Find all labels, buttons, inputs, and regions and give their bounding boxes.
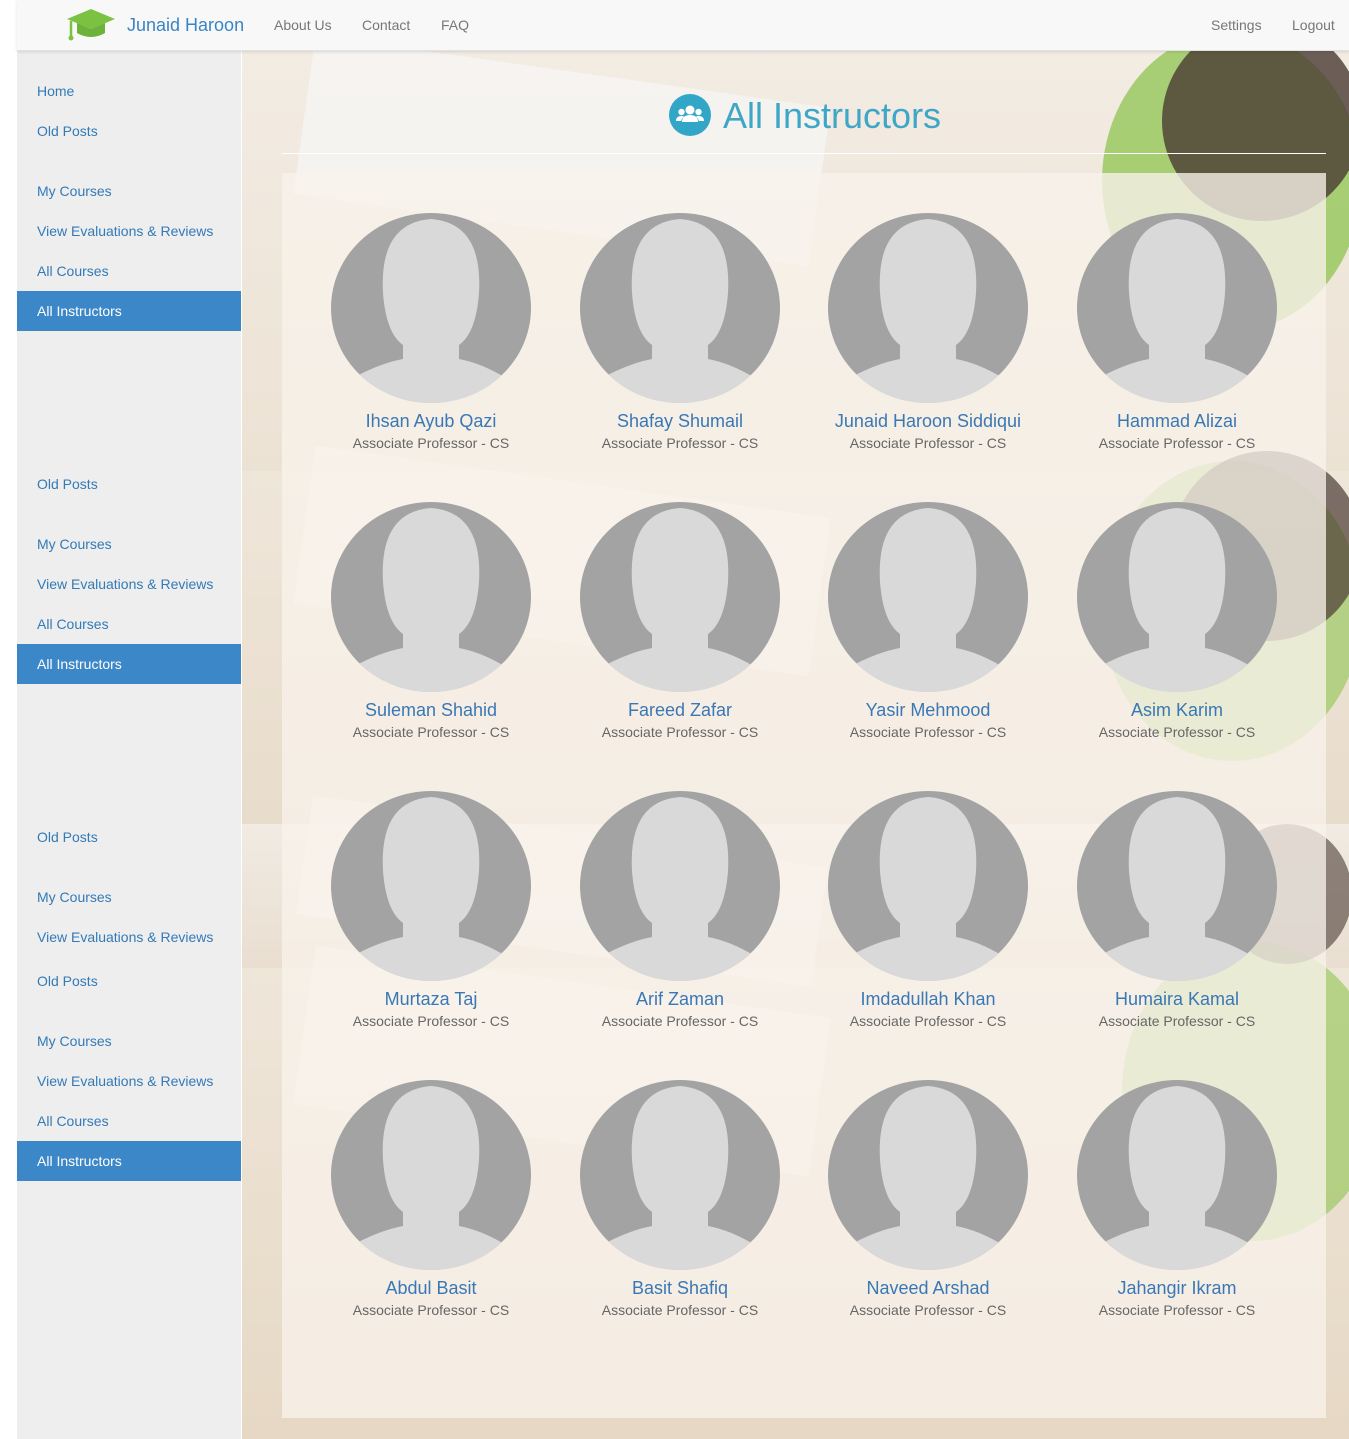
instructor-title: Associate Professor - CS [1098,1302,1256,1318]
instructor-card[interactable]: Suleman Shahid Associate Professor - CS [311,502,551,752]
avatar[interactable] [331,1080,531,1270]
instructor-title: Associate Professor - CS [1098,724,1256,740]
page-header: All Instructors [282,51,1326,154]
sidebar-item-view-evaluations-reviews[interactable]: View Evaluations & Reviews [17,564,241,604]
avatar[interactable] [580,502,780,692]
avatar[interactable] [1077,213,1277,403]
avatar[interactable] [580,1080,780,1270]
instructor-card[interactable]: Asim Karim Associate Professor - CS [1057,502,1297,752]
instructor-name[interactable]: Shafay Shumail [560,411,800,432]
instructor-name[interactable]: Arif Zaman [560,989,800,1010]
sidebar-item-view-evaluations-reviews[interactable]: View Evaluations & Reviews [17,917,241,957]
sidebar-item-all-instructors[interactable]: All Instructors [17,1141,241,1181]
instructor-name[interactable]: Jahangir Ikram [1057,1278,1297,1299]
avatar[interactable] [828,213,1028,403]
instructor-title: Associate Professor - CS [849,435,1007,451]
instructor-title: Associate Professor - CS [1098,435,1256,451]
instructor-card[interactable]: Ihsan Ayub Qazi Associate Professor - CS [311,213,551,463]
instructor-card[interactable]: Yasir Mehmood Associate Professor - CS [808,502,1048,752]
instructor-title: Associate Professor - CS [601,435,759,451]
sidebar-item-my-courses[interactable]: My Courses [17,524,241,564]
instructor-card[interactable]: Junaid Haroon Siddiqui Associate Professo… [808,213,1048,463]
sidebar-item-old-posts[interactable]: Old Posts [17,961,241,1001]
avatar[interactable] [580,213,780,403]
sidebar-item-my-courses[interactable]: My Courses [17,171,241,211]
instructor-title: Associate Professor - CS [601,1013,759,1029]
instructor-name[interactable]: Asim Karim [1057,700,1297,721]
nav-logout[interactable]: Logout [1292,17,1335,33]
avatar[interactable] [828,791,1028,981]
nav-settings[interactable]: Settings [1211,17,1262,33]
brand-name[interactable]: Junaid Haroon [127,15,244,36]
sidebar-item-view-evaluations-reviews[interactable]: View Evaluations & Reviews [17,211,241,251]
instructor-card[interactable]: Arif Zaman Associate Professor - CS [560,791,800,1041]
sidebar-item-all-instructors[interactable]: All Instructors [17,291,241,331]
instructor-name[interactable]: Abdul Basit [311,1278,551,1299]
instructors-panel: Ihsan Ayub Qazi Associate Professor - CS S… [282,173,1326,1418]
instructor-title: Associate Professor - CS [849,1013,1007,1029]
instructor-name[interactable]: Hammad Alizai [1057,411,1297,432]
instructor-name[interactable]: Naveed Arshad [808,1278,1048,1299]
instructor-name[interactable]: Murtaza Taj [311,989,551,1010]
instructor-name[interactable]: Humaira Kamal [1057,989,1297,1010]
instructor-name[interactable]: Basit Shafiq [560,1278,800,1299]
instructor-card[interactable]: Shafay Shumail Associate Professor - CS [560,213,800,463]
sidebar-item-old-posts[interactable]: Old Posts [17,464,241,504]
instructor-card[interactable]: Humaira Kamal Associate Professor - CS [1057,791,1297,1041]
instructor-name[interactable]: Yasir Mehmood [808,700,1048,721]
nav-faq[interactable]: FAQ [441,17,469,33]
users-icon [669,94,711,136]
avatar[interactable] [828,502,1028,692]
nav-about-us[interactable]: About Us [274,17,332,33]
instructor-card[interactable]: Abdul Basit Associate Professor - CS [311,1080,551,1330]
sidebar-item-view-evaluations-reviews[interactable]: View Evaluations & Reviews [17,1061,241,1101]
sidebar: Home Old Posts My Courses View Evaluations … [17,51,241,1439]
brand[interactable]: Junaid Haroon [65,6,244,44]
sidebar-item-my-courses[interactable]: My Courses [17,1021,241,1061]
instructor-title: Associate Professor - CS [849,724,1007,740]
instructor-title: Associate Professor - CS [352,1302,510,1318]
instructor-name[interactable]: Fareed Zafar [560,700,800,721]
instructor-card[interactable]: Naveed Arshad Associate Professor - CS [808,1080,1048,1330]
sidebar-item-all-courses[interactable]: All Courses [17,1101,241,1141]
instructor-title: Associate Professor - CS [1098,1013,1256,1029]
sidebar-item-home[interactable]: Home [17,71,241,111]
avatar[interactable] [1077,1080,1277,1270]
sidebar-item-old-posts[interactable]: Old Posts [17,111,241,151]
instructor-title: Associate Professor - CS [601,1302,759,1318]
avatar[interactable] [331,213,531,403]
sidebar-item-my-courses[interactable]: My Courses [17,877,241,917]
sidebar-item-all-instructors[interactable]: All Instructors [17,644,241,684]
top-navbar: Junaid Haroon About Us Contact FAQ Setti… [17,0,1349,51]
graduation-cap-icon [67,9,115,41]
avatar[interactable] [1077,791,1277,981]
avatar[interactable] [828,1080,1028,1270]
instructor-card[interactable]: Basit Shafiq Associate Professor - CS [560,1080,800,1330]
instructor-title: Associate Professor - CS [849,1302,1007,1318]
sidebar-item-old-posts[interactable]: Old Posts [17,817,241,857]
instructor-name[interactable]: Imdadullah Khan [808,989,1048,1010]
page-title: All Instructors [723,95,942,136]
instructor-name[interactable]: Ihsan Ayub Qazi [311,411,551,432]
instructor-card[interactable]: Murtaza Taj Associate Professor - CS [311,791,551,1041]
avatar[interactable] [331,502,531,692]
instructor-title: Associate Professor - CS [352,1013,510,1029]
avatar[interactable] [1077,502,1277,692]
instructor-title: Associate Professor - CS [601,724,759,740]
instructor-name[interactable]: Junaid Haroon Siddiqui [808,411,1048,432]
sidebar-item-all-courses[interactable]: All Courses [17,604,241,644]
nav-contact[interactable]: Contact [362,17,410,33]
avatar[interactable] [580,791,780,981]
instructor-card[interactable]: Jahangir Ikram Associate Professor - CS [1057,1080,1297,1330]
instructor-title: Associate Professor - CS [352,435,510,451]
instructor-card[interactable]: Fareed Zafar Associate Professor - CS [560,502,800,752]
instructor-name[interactable]: Suleman Shahid [311,700,551,721]
instructor-card[interactable]: Hammad Alizai Associate Professor - CS [1057,213,1297,463]
instructor-title: Associate Professor - CS [352,724,510,740]
avatar[interactable] [331,791,531,981]
instructor-card[interactable]: Imdadullah Khan Associate Professor - CS [808,791,1048,1041]
sidebar-item-all-courses[interactable]: All Courses [17,251,241,291]
